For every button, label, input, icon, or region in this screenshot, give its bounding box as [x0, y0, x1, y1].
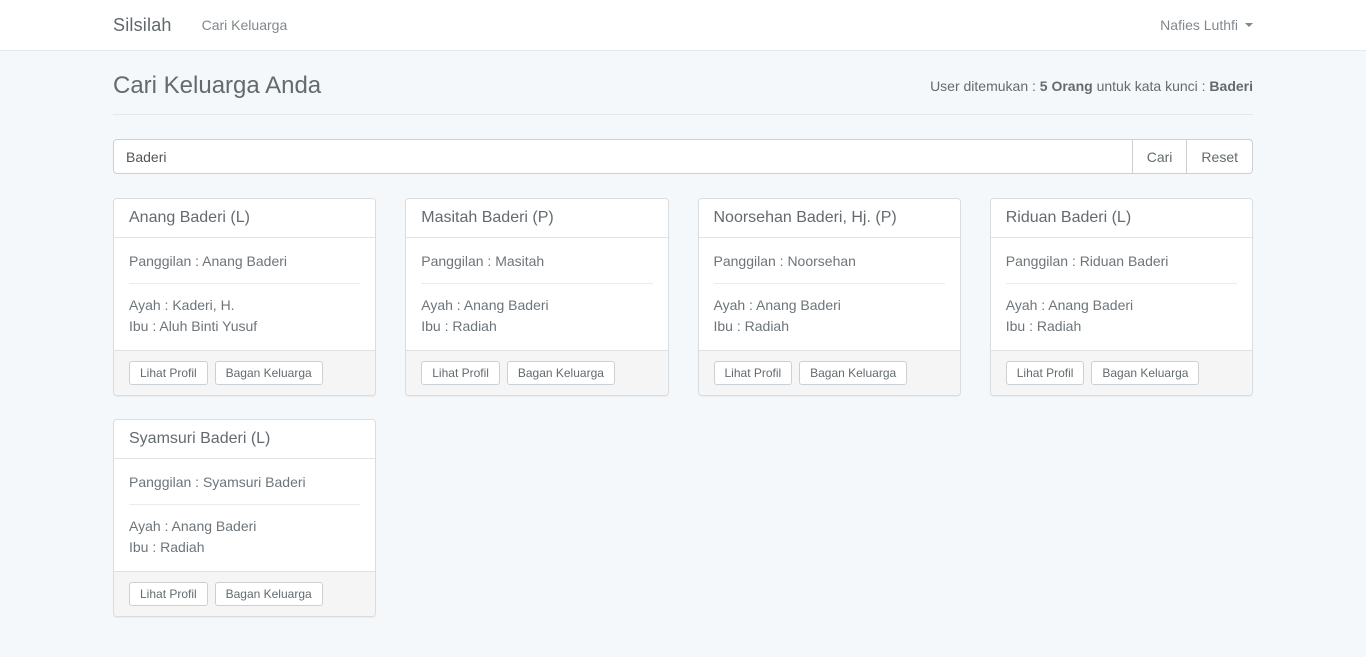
ayah-line: Ayah : Anang Baderi	[129, 516, 360, 537]
divider	[129, 504, 360, 505]
ayah-line: Ayah : Anang Baderi	[421, 295, 652, 316]
user-menu-label: Nafies Luthfi	[1160, 17, 1238, 33]
ibu-line: Ibu : Radiah	[1006, 316, 1237, 337]
divider	[1006, 283, 1237, 284]
divider	[129, 283, 360, 284]
card-title: Syamsuri Baderi (L)	[114, 420, 375, 459]
caret-down-icon	[1245, 23, 1253, 27]
lihat-profil-button[interactable]: Lihat Profil	[1006, 361, 1085, 385]
card-title: Anang Baderi (L)	[114, 199, 375, 238]
page-title: Cari Keluarga Anda	[113, 72, 321, 100]
ayah-line: Ayah : Anang Baderi	[714, 295, 945, 316]
panggilan-line: Panggilan : Noorsehan	[714, 251, 945, 272]
lihat-profil-button[interactable]: Lihat Profil	[129, 361, 208, 385]
ibu-line: Ibu : Radiah	[129, 537, 360, 558]
nav-item-cari-keluarga[interactable]: Cari Keluarga	[202, 17, 288, 33]
navbar: Silsilah Cari Keluarga Nafies Luthfi	[0, 0, 1366, 51]
reset-button[interactable]: Reset	[1186, 139, 1253, 174]
ayah-line: Ayah : Anang Baderi	[1006, 295, 1237, 316]
card-title: Masitah Baderi (P)	[406, 199, 667, 238]
card-title: Riduan Baderi (L)	[991, 199, 1252, 238]
results-keyword: Baderi	[1209, 78, 1253, 94]
person-card: Syamsuri Baderi (L) Panggilan : Syamsuri…	[113, 419, 376, 617]
bagan-keluarga-button[interactable]: Bagan Keluarga	[215, 361, 323, 385]
divider	[421, 283, 652, 284]
person-card: Noorsehan Baderi, Hj. (P) Panggilan : No…	[698, 198, 961, 396]
results-middle: untuk kata kunci :	[1093, 78, 1210, 94]
bagan-keluarga-button[interactable]: Bagan Keluarga	[507, 361, 615, 385]
search-results-summary: User ditemukan : 5 Orang untuk kata kunc…	[930, 78, 1253, 94]
brand-link[interactable]: Silsilah	[113, 15, 172, 36]
cari-button[interactable]: Cari	[1132, 139, 1188, 174]
page-header: Cari Keluarga Anda User ditemukan : 5 Or…	[113, 72, 1253, 115]
search-input[interactable]	[113, 139, 1133, 174]
lihat-profil-button[interactable]: Lihat Profil	[129, 582, 208, 606]
results-grid: Anang Baderi (L) Panggilan : Anang Bader…	[113, 198, 1253, 657]
ibu-line: Ibu : Aluh Binti Yusuf	[129, 316, 360, 337]
panggilan-line: Panggilan : Anang Baderi	[129, 251, 360, 272]
main-content: Cari Keluarga Anda User ditemukan : 5 Or…	[98, 72, 1268, 657]
ibu-line: Ibu : Radiah	[714, 316, 945, 337]
search-form: Cari Reset	[113, 139, 1253, 174]
divider	[714, 283, 945, 284]
lihat-profil-button[interactable]: Lihat Profil	[714, 361, 793, 385]
person-card: Anang Baderi (L) Panggilan : Anang Bader…	[113, 198, 376, 396]
panggilan-line: Panggilan : Syamsuri Baderi	[129, 472, 360, 493]
results-count: 5 Orang	[1040, 78, 1093, 94]
card-title: Noorsehan Baderi, Hj. (P)	[699, 199, 960, 238]
lihat-profil-button[interactable]: Lihat Profil	[421, 361, 500, 385]
user-menu-dropdown[interactable]: Nafies Luthfi	[1160, 17, 1253, 33]
bagan-keluarga-button[interactable]: Bagan Keluarga	[215, 582, 323, 606]
bagan-keluarga-button[interactable]: Bagan Keluarga	[1091, 361, 1199, 385]
results-prefix: User ditemukan :	[930, 78, 1040, 94]
ayah-line: Ayah : Kaderi, H.	[129, 295, 360, 316]
person-card: Riduan Baderi (L) Panggilan : Riduan Bad…	[990, 198, 1253, 396]
panggilan-line: Panggilan : Masitah	[421, 251, 652, 272]
ibu-line: Ibu : Radiah	[421, 316, 652, 337]
panggilan-line: Panggilan : Riduan Baderi	[1006, 251, 1237, 272]
bagan-keluarga-button[interactable]: Bagan Keluarga	[799, 361, 907, 385]
person-card: Masitah Baderi (P) Panggilan : Masitah A…	[405, 198, 668, 396]
